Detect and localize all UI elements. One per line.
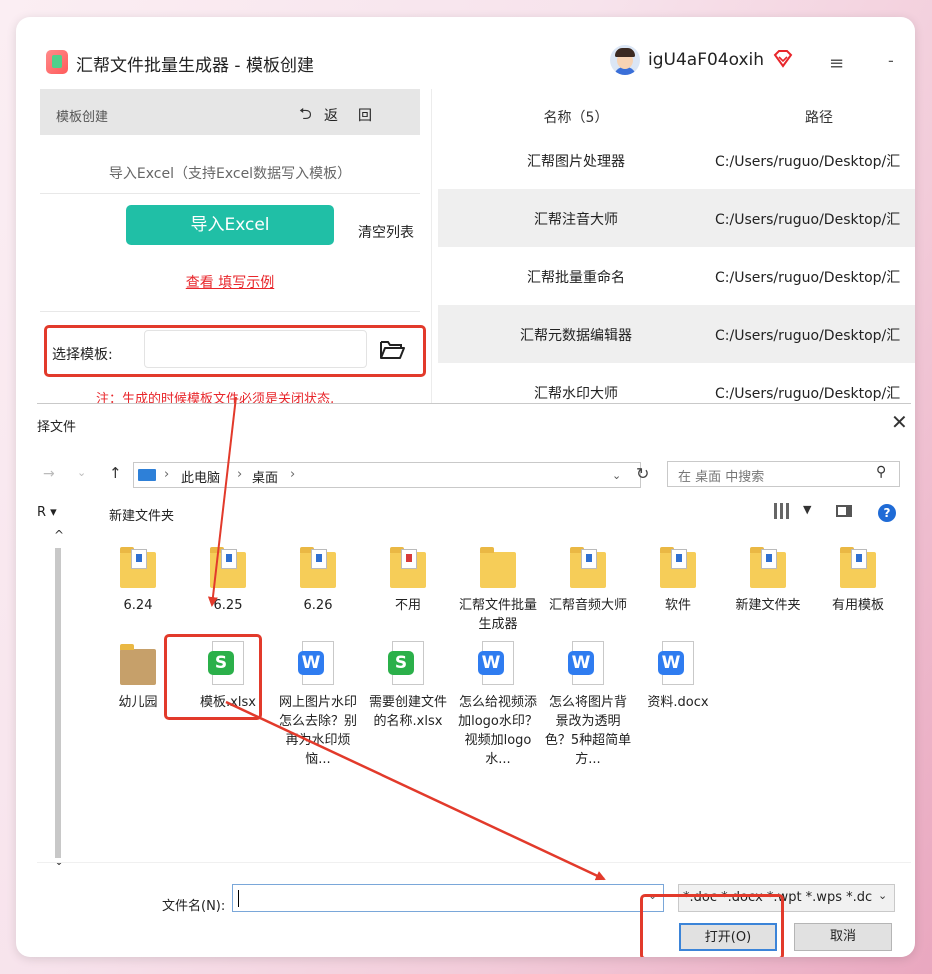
app-window: 汇帮文件批量生成器 - 模板创建 igU4aF04oxih ≡ - 模板创建 ⮌… — [16, 17, 915, 957]
annotation-arrows — [207, 396, 606, 881]
arrow-to-open-button — [225, 700, 606, 881]
arrow-to-template-file — [207, 396, 237, 607]
